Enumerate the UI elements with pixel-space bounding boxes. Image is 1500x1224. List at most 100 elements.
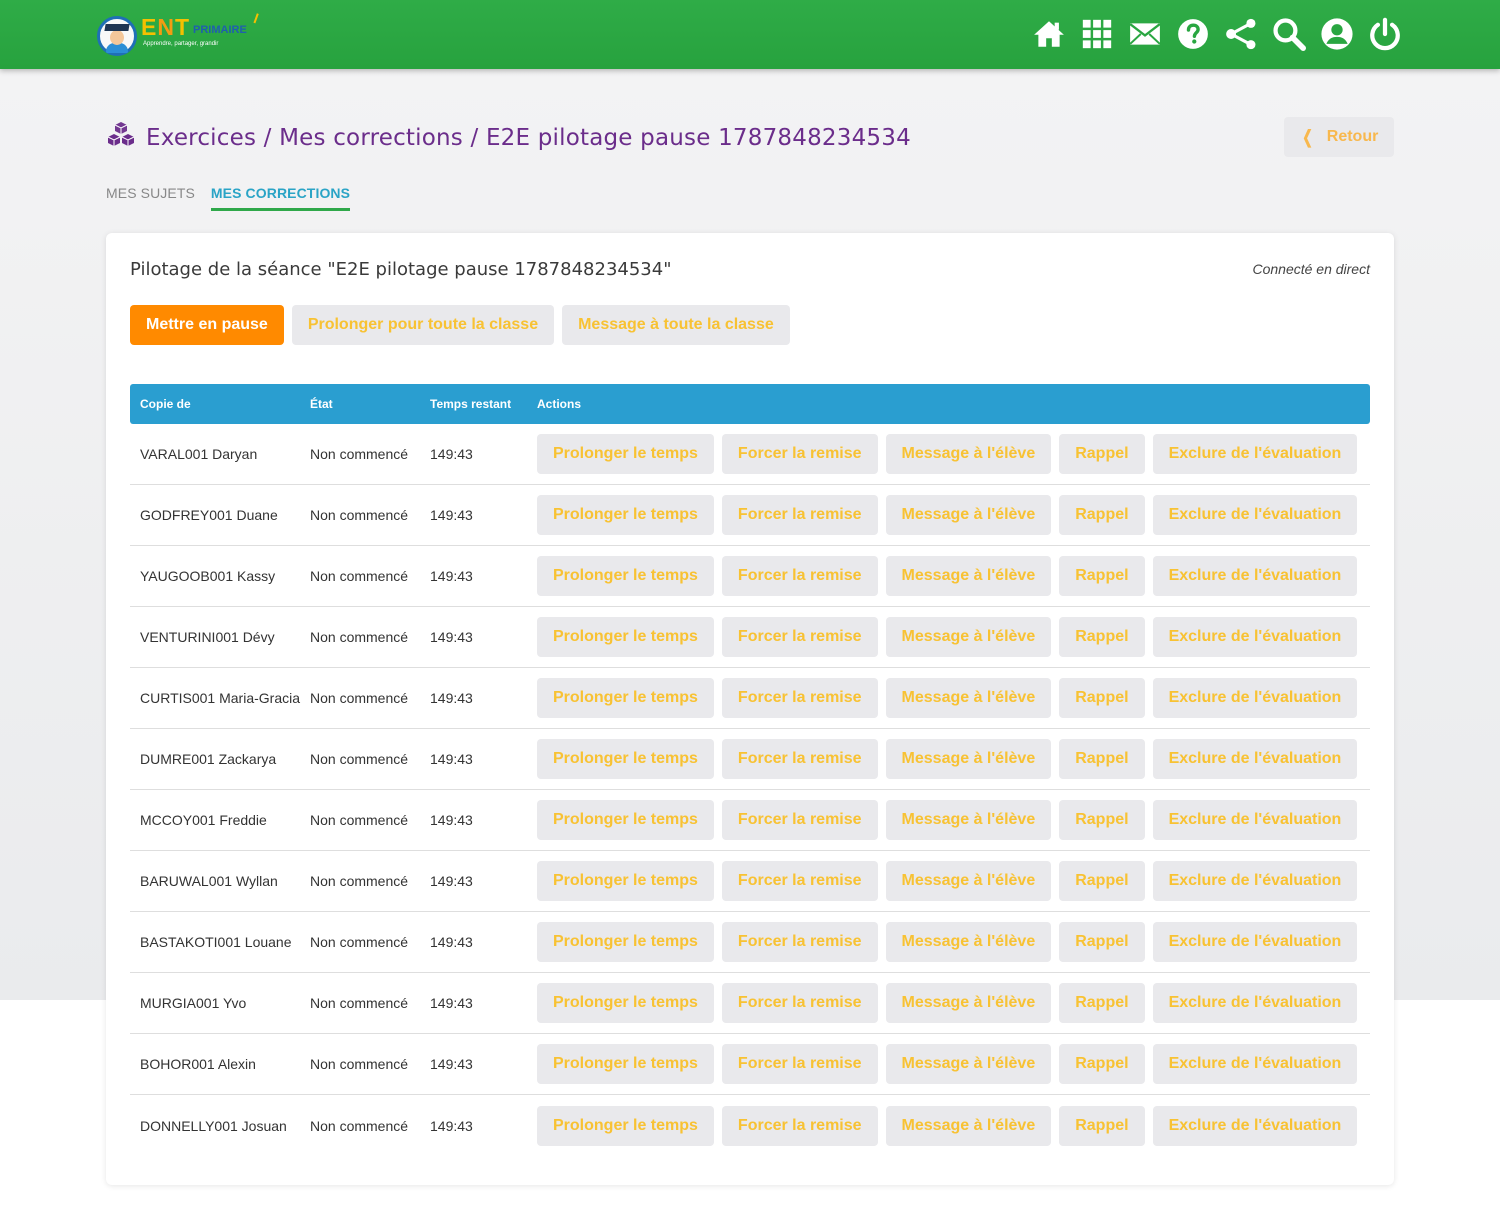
message-student-button[interactable]: Message à l'élève bbox=[885, 556, 1052, 596]
time-remaining: 149:43 bbox=[430, 751, 473, 767]
top-nav-icons bbox=[1031, 16, 1403, 52]
reminder-button[interactable]: Rappel bbox=[1059, 1044, 1145, 1084]
logo-ent-text: ENT bbox=[141, 14, 191, 40]
extend-time-button[interactable]: Prolonger le temps bbox=[537, 922, 714, 962]
reminder-button[interactable]: Rappel bbox=[1059, 495, 1145, 535]
exclude-button[interactable]: Exclure de l'évaluation bbox=[1152, 1044, 1358, 1084]
exclude-button[interactable]: Exclure de l'évaluation bbox=[1152, 495, 1358, 535]
share-icon[interactable] bbox=[1223, 16, 1259, 52]
reminder-button[interactable]: Rappel bbox=[1059, 739, 1145, 779]
force-submit-button[interactable]: Forcer la remise bbox=[721, 861, 878, 901]
reminder-button[interactable]: Rappel bbox=[1059, 1105, 1145, 1146]
message-student-button[interactable]: Message à l'élève bbox=[885, 434, 1052, 474]
apps-grid-icon[interactable] bbox=[1079, 16, 1115, 52]
session-control-card: Pilotage de la séance "E2E pilotage paus… bbox=[106, 233, 1394, 1185]
extend-time-button[interactable]: Prolonger le temps bbox=[537, 983, 714, 1023]
reminder-button[interactable]: Rappel bbox=[1059, 922, 1145, 962]
student-state: Non commencé bbox=[310, 690, 409, 706]
pause-button[interactable]: Mettre en pause bbox=[130, 305, 284, 345]
exclude-button[interactable]: Exclure de l'évaluation bbox=[1152, 556, 1358, 596]
help-icon[interactable] bbox=[1175, 16, 1211, 52]
extend-time-button[interactable]: Prolonger le temps bbox=[537, 678, 714, 718]
student-state: Non commencé bbox=[310, 568, 409, 584]
force-submit-button[interactable]: Forcer la remise bbox=[721, 556, 878, 596]
force-submit-button[interactable]: Forcer la remise bbox=[721, 922, 878, 962]
force-submit-button[interactable]: Forcer la remise bbox=[721, 678, 878, 718]
message-all-button[interactable]: Message à toute la classe bbox=[562, 305, 790, 345]
exclude-button[interactable]: Exclure de l'évaluation bbox=[1152, 1105, 1358, 1146]
power-icon[interactable] bbox=[1367, 16, 1403, 52]
extend-time-button[interactable]: Prolonger le temps bbox=[537, 556, 714, 596]
extend-time-button[interactable]: Prolonger le temps bbox=[537, 800, 714, 840]
message-student-button[interactable]: Message à l'élève bbox=[885, 922, 1052, 962]
back-button[interactable]: ❮ Retour bbox=[1284, 117, 1394, 157]
message-student-button[interactable]: Message à l'élève bbox=[885, 983, 1052, 1023]
reminder-button[interactable]: Rappel bbox=[1059, 800, 1145, 840]
home-icon[interactable] bbox=[1031, 16, 1067, 52]
extend-time-button[interactable]: Prolonger le temps bbox=[537, 495, 714, 535]
extend-time-button[interactable]: Prolonger le temps bbox=[537, 861, 714, 901]
force-submit-button[interactable]: Forcer la remise bbox=[721, 739, 878, 779]
message-student-button[interactable]: Message à l'élève bbox=[885, 800, 1052, 840]
student-name: MCCOY001 Freddie bbox=[140, 812, 267, 828]
mail-icon[interactable] bbox=[1127, 16, 1163, 52]
message-student-button[interactable]: Message à l'élève bbox=[885, 617, 1052, 657]
page-title: Exercices / Mes corrections / E2E pilota… bbox=[146, 124, 911, 151]
extend-time-button[interactable]: Prolonger le temps bbox=[537, 739, 714, 779]
exclude-button[interactable]: Exclure de l'évaluation bbox=[1152, 678, 1358, 718]
connection-status: Connecté en direct bbox=[1252, 261, 1370, 277]
exclude-button[interactable]: Exclure de l'évaluation bbox=[1152, 800, 1358, 840]
force-submit-button[interactable]: Forcer la remise bbox=[721, 983, 878, 1023]
reminder-button[interactable]: Rappel bbox=[1059, 434, 1145, 474]
table-row: MCCOY001 Freddie Non commencé 149:43 Prolon… bbox=[130, 790, 1370, 851]
student-state: Non commencé bbox=[310, 812, 409, 828]
tab-mes-sujets[interactable]: MES SUJETS bbox=[106, 185, 195, 211]
time-remaining: 149:43 bbox=[430, 568, 473, 584]
ent-logo[interactable]: ENT PRIMAIRE Apprendre, partager, grandi… bbox=[97, 13, 272, 56]
exclude-button[interactable]: Exclure de l'évaluation bbox=[1152, 434, 1358, 474]
tab-mes-corrections[interactable]: MES CORRECTIONS bbox=[210, 185, 351, 211]
reminder-button[interactable]: Rappel bbox=[1059, 678, 1145, 718]
exclude-button[interactable]: Exclure de l'évaluation bbox=[1152, 983, 1358, 1023]
table-body: VARAL001 Daryan Non commencé 149:43 Prolong… bbox=[130, 424, 1370, 1156]
breadcrumb: Exercices / Mes corrections / E2E pilota… bbox=[106, 120, 911, 155]
message-student-button[interactable]: Message à l'élève bbox=[885, 861, 1052, 901]
user-icon[interactable] bbox=[1319, 16, 1355, 52]
message-student-button[interactable]: Message à l'élève bbox=[885, 1105, 1052, 1146]
reminder-button[interactable]: Rappel bbox=[1059, 617, 1145, 657]
force-submit-button[interactable]: Forcer la remise bbox=[721, 800, 878, 840]
header-time: Temps restant bbox=[430, 397, 512, 411]
message-student-button[interactable]: Message à l'élève bbox=[885, 1044, 1052, 1084]
extend-time-button[interactable]: Prolonger le temps bbox=[537, 1105, 714, 1146]
extend-time-button[interactable]: Prolonger le temps bbox=[537, 617, 714, 657]
row-actions: Prolonger le temps Forcer la remise Messag… bbox=[537, 678, 1370, 718]
force-submit-button[interactable]: Forcer la remise bbox=[721, 617, 878, 657]
exclude-button[interactable]: Exclure de l'évaluation bbox=[1152, 861, 1358, 901]
logo-avatar bbox=[97, 16, 137, 56]
reminder-button[interactable]: Rappel bbox=[1059, 983, 1145, 1023]
force-submit-button[interactable]: Forcer la remise bbox=[721, 495, 878, 535]
search-icon[interactable] bbox=[1271, 16, 1307, 52]
student-name: DONNELLY001 Josuan bbox=[140, 1117, 287, 1134]
force-submit-button[interactable]: Forcer la remise bbox=[721, 1044, 878, 1084]
message-student-button[interactable]: Message à l'élève bbox=[885, 739, 1052, 779]
message-student-button[interactable]: Message à l'élève bbox=[885, 495, 1052, 535]
time-remaining: 149:43 bbox=[430, 629, 473, 645]
exclude-button[interactable]: Exclure de l'évaluation bbox=[1152, 922, 1358, 962]
force-submit-button[interactable]: Forcer la remise bbox=[721, 434, 878, 474]
logo-tagline: Apprendre, partager, grandir bbox=[143, 41, 219, 47]
exclude-button[interactable]: Exclure de l'évaluation bbox=[1152, 739, 1358, 779]
time-remaining: 149:43 bbox=[430, 690, 473, 706]
row-actions: Prolonger le temps Forcer la remise Messag… bbox=[537, 1044, 1370, 1084]
extend-time-button[interactable]: Prolonger le temps bbox=[537, 434, 714, 474]
force-submit-button[interactable]: Forcer la remise bbox=[721, 1105, 878, 1146]
student-name: BASTAKOTI001 Louane bbox=[140, 934, 292, 950]
row-actions: Prolonger le temps Forcer la remise Messag… bbox=[537, 983, 1370, 1023]
extend-time-button[interactable]: Prolonger le temps bbox=[537, 1044, 714, 1084]
reminder-button[interactable]: Rappel bbox=[1059, 556, 1145, 596]
exclude-button[interactable]: Exclure de l'évaluation bbox=[1152, 617, 1358, 657]
student-name: VENTURINI001 Dévy bbox=[140, 629, 275, 645]
message-student-button[interactable]: Message à l'élève bbox=[885, 678, 1052, 718]
extend-all-button[interactable]: Prolonger pour toute la classe bbox=[291, 305, 555, 345]
reminder-button[interactable]: Rappel bbox=[1059, 861, 1145, 901]
